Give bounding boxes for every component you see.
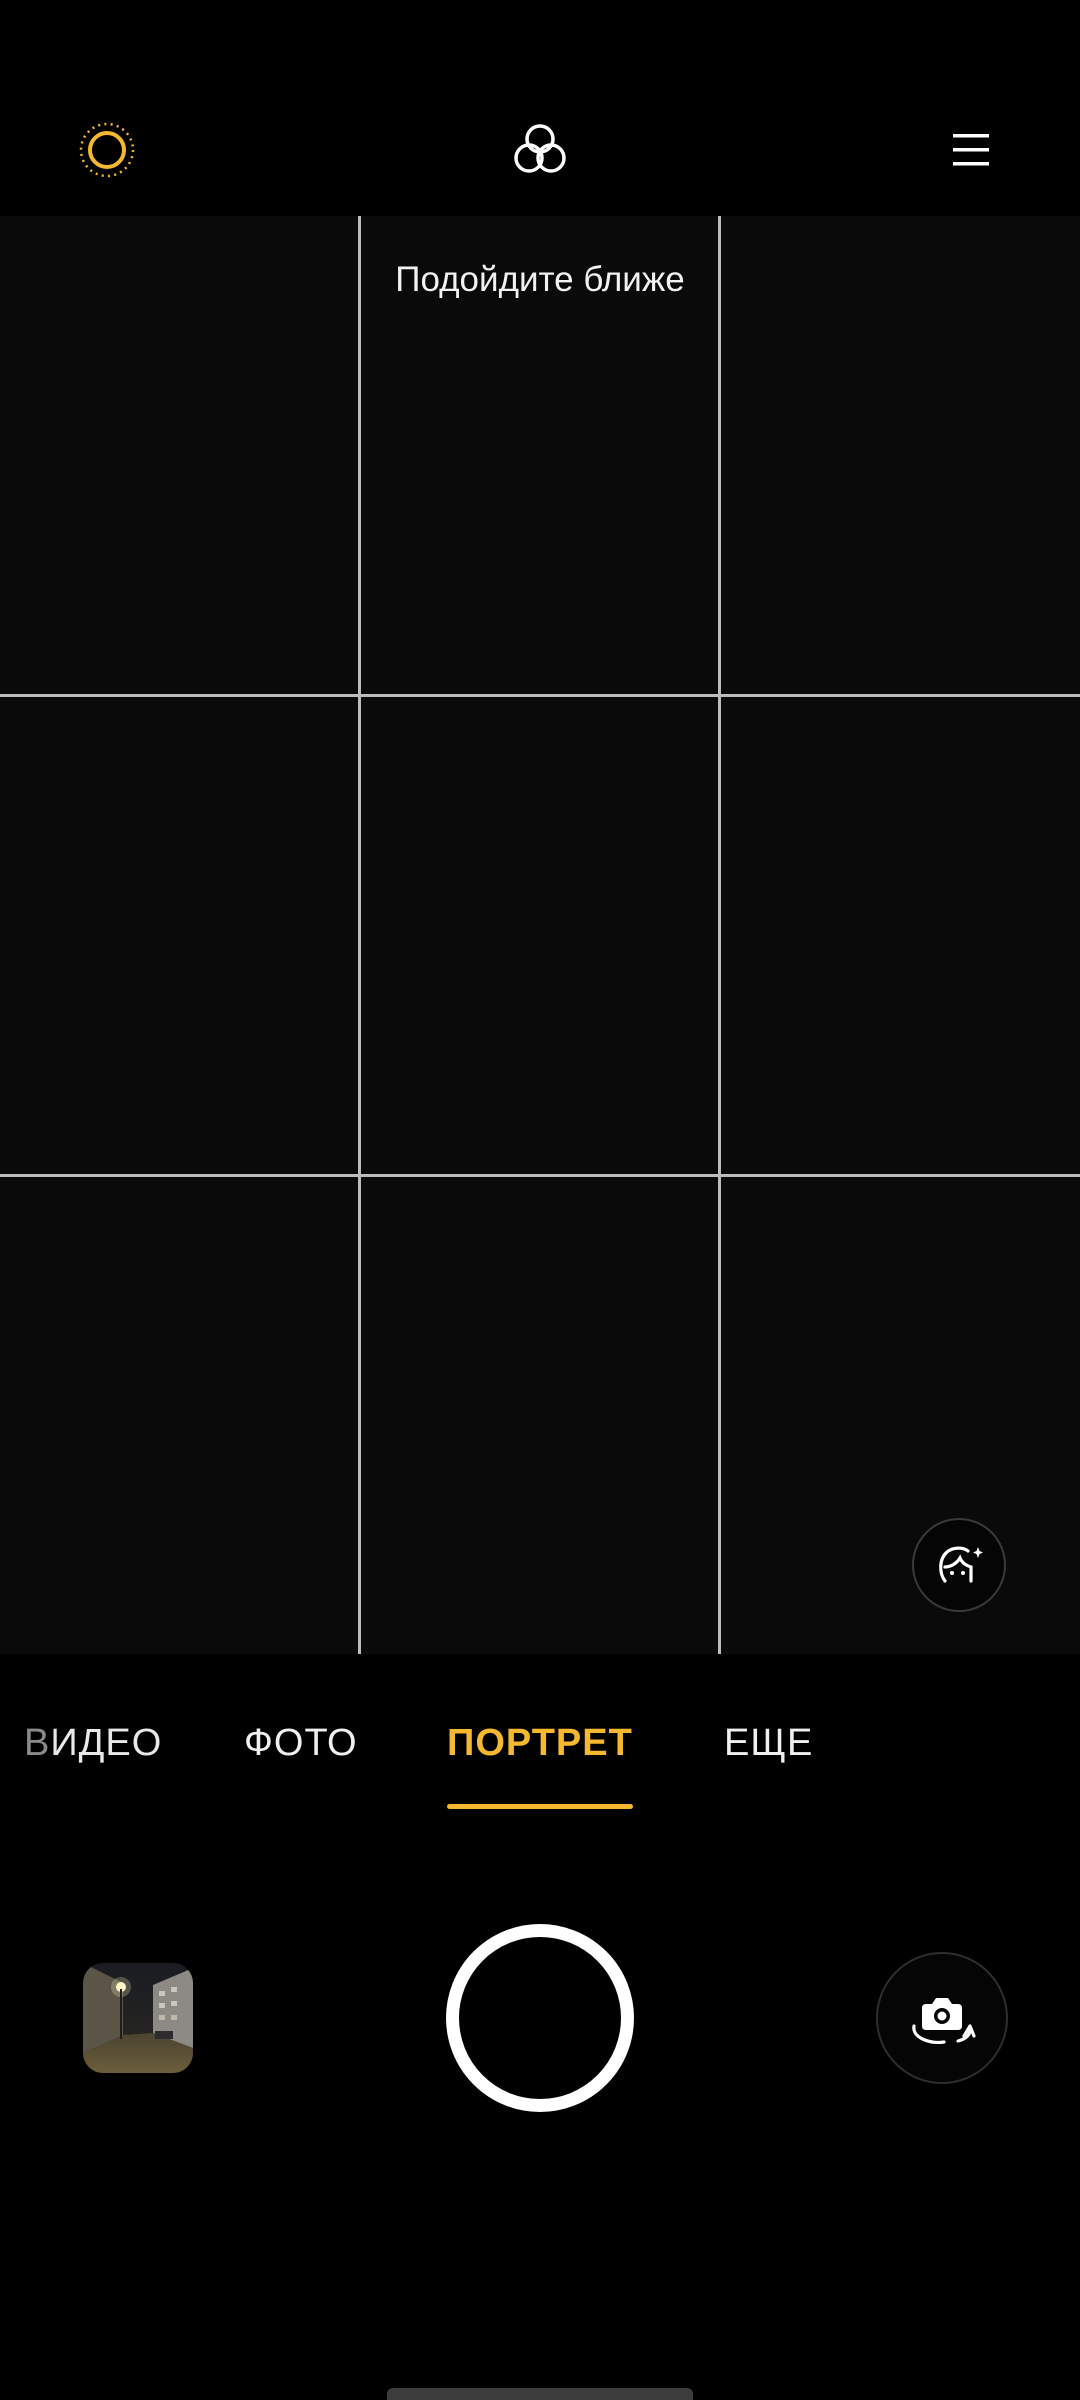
- mode-more[interactable]: ЕЩЕ: [724, 1722, 813, 1765]
- face-sparkle-icon[interactable]: [912, 1518, 1006, 1612]
- grid-line-vertical: [718, 216, 721, 1654]
- filter-icon[interactable]: [500, 110, 580, 190]
- mode-video-prefix: В: [24, 1722, 51, 1764]
- camera-switch-icon[interactable]: [876, 1952, 1008, 2084]
- camera-viewfinder[interactable]: Подойдите ближе: [0, 216, 1080, 1654]
- shutter-button[interactable]: [446, 1924, 634, 2112]
- grid-line-vertical: [358, 216, 361, 1654]
- mode-portrait[interactable]: ПОРТРЕТ: [447, 1722, 633, 1765]
- mode-video[interactable]: ВИДЕО: [24, 1722, 162, 1765]
- mode-photo[interactable]: ФОТО: [244, 1722, 358, 1765]
- home-indicator[interactable]: [387, 2388, 693, 2400]
- mode-video-label: ИДЕО: [50, 1722, 163, 1764]
- sun-icon[interactable]: [67, 110, 147, 190]
- selected-mode-indicator: [447, 1804, 633, 1809]
- menu-icon[interactable]: [931, 110, 1011, 190]
- top-bar: [0, 0, 1080, 216]
- grid-line-horizontal: [0, 694, 1080, 697]
- hint-text: Подойдите ближе: [395, 260, 685, 299]
- grid-line-horizontal: [0, 1174, 1080, 1177]
- mode-selector: ВИДЕО ФОТО ПОРТРЕТ ЕЩЕ: [0, 1654, 1080, 1834]
- gallery-thumbnail[interactable]: [83, 1963, 193, 2073]
